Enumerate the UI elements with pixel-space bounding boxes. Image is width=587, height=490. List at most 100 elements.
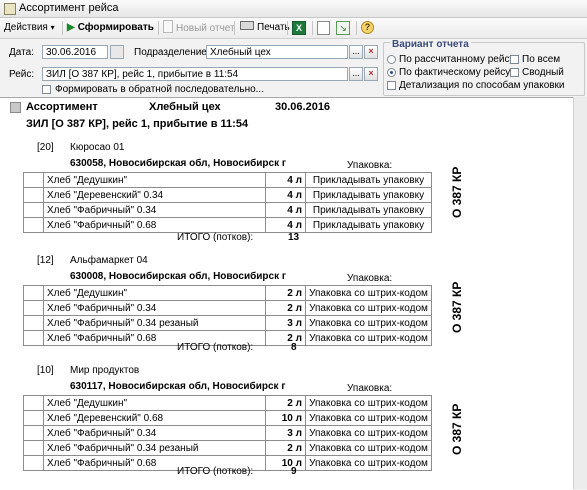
store-code: [10] (37, 365, 54, 376)
product-name: Хлеб "Фабричный" 0.34 (43, 425, 266, 441)
product-qty: 10 л (265, 410, 306, 426)
print-button[interactable]: Печать (240, 20, 290, 36)
division-clear-button[interactable]: × (364, 45, 378, 59)
table-row: Хлеб "Фабричный" 0.34 4 л Прикладывать упа… (23, 202, 432, 218)
generate-button[interactable]: ▶ Сформировать (67, 20, 154, 36)
store-goods-table: Хлеб "Дедушкин" 2 л Упаковка со штрих-кодо… (23, 285, 432, 346)
reverse-order-checkbox[interactable] (42, 85, 51, 94)
print-label: Печать (257, 22, 290, 33)
date-field[interactable]: 30.06.2016 (42, 45, 108, 59)
total-label: ИТОГО (потков): (177, 342, 254, 353)
table-row: Хлеб "Деревенский" 0.34 4 л Прикладывать у… (23, 187, 432, 203)
product-qty: 2 л (265, 300, 306, 316)
reverse-order-label: Формировать в обратной последовательно..… (55, 84, 264, 95)
store-code: [20] (37, 142, 54, 153)
trip-label: Рейс: (9, 69, 35, 80)
product-qty: 3 л (265, 425, 306, 441)
product-name: Хлеб "Дедушкин" (43, 395, 266, 411)
trip-field[interactable]: ЗИЛ [О 387 КР], рейс 1, прибытие в 11:54 (42, 67, 348, 81)
report-head-title: Ассортимент (26, 101, 98, 113)
product-qty: 2 л (265, 395, 306, 411)
table-row: Хлеб "Дедушкин" 4 л Прикладывать упаковку (23, 172, 432, 188)
chevron-down-icon: ▾ (50, 23, 55, 32)
product-name: Хлеб "Фабричный" 0.68 (43, 217, 266, 233)
calculated-trip-label: По рассчитанному рейсу (399, 54, 515, 65)
product-pack: Упаковка со штрих-кодом (305, 425, 432, 441)
total-value: 8 (291, 342, 297, 353)
window-title: Ассортимент рейса (19, 2, 119, 14)
product-qty: 2 л (265, 285, 306, 301)
division-label: Подразделение: (134, 47, 210, 58)
new-report-button[interactable]: Новый отчет (163, 20, 235, 36)
actions-menu-button[interactable]: Действия ▾ (4, 20, 55, 36)
division-field[interactable]: Хлебный цех (206, 45, 348, 59)
total-label: ИТОГО (потков): (177, 466, 254, 477)
detail-checkbox[interactable] (387, 81, 396, 90)
toolbar-separator (62, 21, 63, 35)
store-goods-table: Хлеб "Дедушкин" 2 л Упаковка со штрих-кодо… (23, 395, 432, 471)
product-pack: Упаковка со штрих-кодом (305, 410, 432, 426)
export-arrow-icon[interactable]: ↘ (336, 21, 350, 35)
summary-checkbox[interactable] (510, 68, 519, 77)
table-row: Хлеб "Фабричный" 0.34 резаный 3 л Упаковка… (23, 315, 432, 331)
actual-trip-label: По фактическому рейсу (399, 67, 511, 78)
product-name: Хлеб "Дедушкин" (43, 285, 266, 301)
table-row: Хлеб "Фабричный" 0.34 2 л Упаковка со штри… (23, 300, 432, 316)
store-address: 630058, Новосибирская обл, Новосибирск г (70, 158, 287, 169)
pack-header: Упаковка: (347, 383, 393, 394)
division-dots-button[interactable]: ... (349, 45, 363, 59)
report-head-date: 30.06.2016 (275, 101, 331, 113)
toolbar-separator (158, 21, 159, 35)
product-pack: Упаковка со штрих-кодом (305, 315, 432, 331)
all-label: По всем (522, 54, 561, 65)
new-document-icon (163, 20, 173, 33)
product-pack: Упаковка со штрих-кодом (305, 285, 432, 301)
actual-trip-radio[interactable] (387, 68, 396, 77)
vehicle-plate-label: О 387 КР (450, 166, 464, 218)
product-qty: 2 л (265, 330, 306, 346)
calculated-trip-radio[interactable] (387, 55, 396, 64)
store-address: 630117, Новосибирская обл, Новосибирск г (70, 381, 286, 392)
product-qty: 2 л (265, 440, 306, 456)
store-name: Мир продуктов (70, 365, 140, 376)
toolbar-separator (356, 21, 357, 35)
product-pack: Упаковка со штрих-кодом (305, 300, 432, 316)
product-name: Хлеб "Деревенский" 0.34 (43, 187, 266, 203)
date-label: Дата: (9, 47, 34, 58)
total-value: 13 (288, 232, 300, 243)
toolbar-separator (312, 21, 313, 35)
product-qty: 4 л (265, 187, 306, 203)
trip-clear-button[interactable]: × (364, 67, 378, 81)
product-qty: 3 л (265, 315, 306, 331)
trip-dots-button[interactable]: ... (349, 67, 363, 81)
report-document[interactable]: Ассортимент Хлебный цех 30.06.2016 ЗИЛ [… (0, 97, 573, 490)
product-name: Хлеб "Дедушкин" (43, 172, 266, 188)
product-pack: Прикладывать упаковку (305, 187, 432, 203)
report-scrollbar[interactable] (573, 97, 587, 489)
window-titlebar: Ассортимент рейса (0, 0, 587, 18)
generate-label: Сформировать (77, 22, 154, 33)
product-name: Хлеб "Фабричный" 0.34 резаный (43, 440, 266, 456)
help-icon[interactable]: ? (361, 21, 374, 34)
toolbar-separator (287, 21, 288, 35)
product-pack: Упаковка со штрих-кодом (305, 330, 432, 346)
calendar-icon[interactable] (110, 45, 124, 59)
store-goods-table: Хлеб "Дедушкин" 4 л Прикладывать упаковку … (23, 172, 432, 233)
store-name: Кюросао 01 (70, 142, 125, 153)
product-pack: Прикладывать упаковку (305, 217, 432, 233)
product-pack: Упаковка со штрих-кодом (305, 395, 432, 411)
store-name: Альфамаркет 04 (70, 255, 148, 266)
report-trip-line: ЗИЛ [О 387 КР], рейс 1, прибытие в 11:54 (26, 118, 249, 130)
product-pack: Прикладывать упаковку (305, 202, 432, 218)
product-name: Хлеб "Фабричный" 0.34 (43, 300, 266, 316)
excel-export-icon[interactable]: X (292, 21, 306, 35)
product-qty: 4 л (265, 172, 306, 188)
collapse-group-icon[interactable] (10, 102, 21, 113)
store-address: 630008, Новосибирская обл, Новосибирск г (70, 271, 287, 282)
product-name: Хлеб "Деревенский" 0.68 (43, 410, 266, 426)
document-icon[interactable] (317, 21, 330, 35)
all-checkbox[interactable] (510, 55, 519, 64)
vehicle-plate-label: О 387 КР (450, 403, 464, 455)
play-icon: ▶ (67, 22, 75, 33)
product-name: Хлеб "Фабричный" 0.34 резаный (43, 315, 266, 331)
